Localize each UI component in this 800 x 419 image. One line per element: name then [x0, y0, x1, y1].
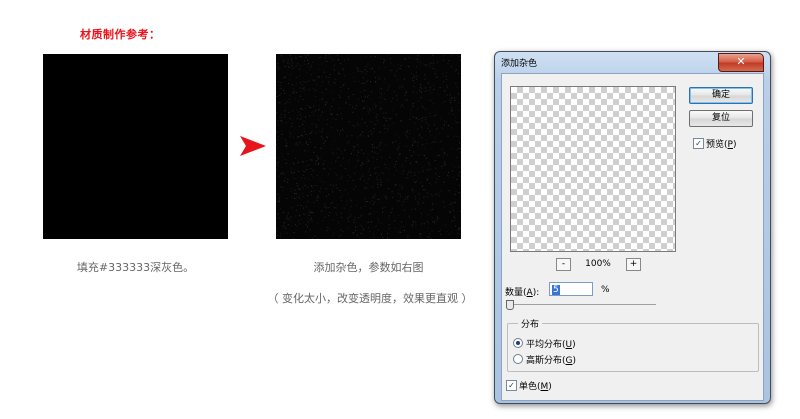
- zoom-level: 100%: [585, 259, 611, 269]
- add-noise-dialog: 添加杂色 ✕ - 100% + 确定 复位 ✓ 预览(P) 数量(A): 5 %…: [494, 51, 771, 404]
- caption-noise: 添加杂色，参数如右图: [313, 261, 424, 274]
- close-button[interactable]: ✕: [718, 53, 764, 72]
- preview-label[interactable]: 预览(P): [706, 137, 736, 150]
- caption-fill: 填充#333333深灰色。: [76, 261, 195, 274]
- arrow-right-icon: [240, 136, 266, 156]
- dialog-body: - 100% + 确定 复位 ✓ 预览(P) 数量(A): 5 % 分布 平均分…: [501, 73, 764, 401]
- zoom-out-button[interactable]: -: [556, 258, 571, 271]
- dark-fill-swatch: [43, 54, 228, 239]
- caption-note: （ 变化太小，改变透明度，效果更直观 ）: [267, 292, 473, 305]
- reference-heading: 材质制作参考：: [80, 28, 161, 41]
- close-icon: ✕: [736, 55, 746, 68]
- gaussian-radio[interactable]: [513, 354, 523, 364]
- monochromatic-checkbox[interactable]: ✓: [506, 380, 517, 391]
- amount-slider-track[interactable]: [508, 304, 656, 305]
- ok-button[interactable]: 确定: [689, 87, 753, 104]
- preview-checkbox[interactable]: ✓: [693, 138, 704, 149]
- amount-slider-thumb[interactable]: [506, 300, 514, 310]
- distribution-title: 分布: [518, 317, 543, 330]
- uniform-radio[interactable]: [513, 338, 523, 348]
- zoom-in-button[interactable]: +: [626, 258, 641, 271]
- dialog-title: 添加杂色: [501, 59, 538, 69]
- amount-unit: %: [601, 285, 610, 295]
- noise-texture: [276, 54, 461, 239]
- monochromatic-label[interactable]: 单色(M): [519, 379, 552, 392]
- uniform-label[interactable]: 平均分布(U): [526, 337, 576, 350]
- reset-button[interactable]: 复位: [689, 110, 753, 127]
- noise-texture-swatch: [276, 54, 461, 239]
- gaussian-label[interactable]: 高斯分布(G): [526, 353, 576, 366]
- amount-input[interactable]: 5: [549, 282, 593, 296]
- preview-canvas[interactable]: [510, 86, 676, 252]
- amount-label: 数量(A):: [505, 288, 540, 298]
